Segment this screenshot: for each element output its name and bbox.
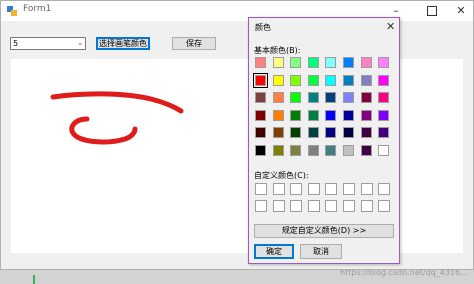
color-swatch[interactable] (360, 92, 372, 103)
custom-color-slot[interactable] (272, 200, 285, 212)
color-swatch[interactable] (360, 127, 372, 138)
color-swatch[interactable] (272, 57, 284, 68)
title-bar: Form1 – ✕ (1, 1, 473, 21)
color-swatch[interactable] (378, 127, 390, 138)
color-swatch[interactable] (360, 109, 372, 121)
color-swatch[interactable] (378, 92, 390, 103)
color-swatch[interactable] (307, 57, 319, 68)
color-swatch[interactable] (325, 127, 337, 138)
color-swatch[interactable] (343, 144, 354, 156)
chevron-down-icon[interactable]: ⌄ (77, 38, 83, 49)
custom-color-slot[interactable] (307, 200, 320, 212)
color-swatch[interactable] (378, 57, 390, 68)
custom-color-slot[interactable] (255, 200, 267, 212)
custom-colors-label: 自定义颜色(C): (254, 171, 309, 180)
color-dialog: 颜色 ✕ 基本颜色(B): 自定义颜色(C): 规定自定义颜色(D) >> 确定… (248, 17, 400, 264)
custom-color-slot[interactable] (378, 183, 391, 195)
color-swatch[interactable] (272, 92, 284, 103)
red-stroke (50, 91, 184, 114)
pen-width-combo[interactable]: 5 ⌄ (10, 37, 86, 50)
color-swatch[interactable] (307, 127, 319, 138)
color-swatch[interactable] (255, 92, 266, 103)
red-stroke (69, 116, 138, 145)
color-swatch[interactable] (253, 72, 268, 88)
color-swatch[interactable] (325, 92, 337, 103)
color-swatch[interactable] (360, 144, 372, 156)
color-swatch[interactable] (378, 144, 390, 156)
color-swatch[interactable] (272, 109, 284, 121)
color-swatch[interactable] (343, 109, 354, 121)
color-swatch[interactable] (325, 109, 337, 121)
ok-button[interactable]: 确定 (254, 244, 294, 259)
color-swatch[interactable] (255, 127, 266, 138)
custom-color-slot[interactable] (343, 200, 355, 212)
color-swatch[interactable] (360, 57, 372, 68)
custom-color-slot[interactable] (255, 183, 267, 195)
color-swatch[interactable] (343, 92, 354, 103)
custom-color-slot[interactable] (360, 183, 373, 195)
cancel-button[interactable]: 取消 (300, 244, 342, 259)
color-swatch[interactable] (290, 57, 302, 68)
app-icon (7, 6, 17, 16)
color-swatch[interactable] (290, 109, 302, 121)
close-button[interactable]: ✕ (446, 3, 474, 19)
custom-color-slot[interactable] (343, 183, 355, 195)
custom-color-slot[interactable] (360, 200, 373, 212)
maximize-button[interactable] (417, 3, 447, 19)
color-swatch[interactable] (343, 127, 354, 138)
color-swatch[interactable] (272, 144, 284, 156)
maximize-icon (427, 6, 437, 16)
color-swatch[interactable] (378, 109, 390, 121)
color-swatch[interactable] (272, 74, 284, 86)
taskbar-indicator (33, 275, 35, 284)
color-swatch[interactable] (325, 144, 337, 156)
custom-color-slot[interactable] (325, 200, 338, 212)
color-swatch[interactable] (307, 74, 319, 86)
dialog-title: 颜色 (255, 23, 271, 32)
choose-color-button[interactable]: 选择画笔颜色 (96, 37, 150, 50)
define-custom-colors-button[interactable]: 规定自定义颜色(D) >> (254, 224, 394, 238)
window-title: Form1 (23, 4, 52, 14)
color-swatch[interactable] (325, 57, 337, 68)
main-window: Form1 – ✕ 5 ⌄ 选择画笔颜色 保存 (0, 0, 474, 270)
custom-color-slot[interactable] (307, 183, 320, 195)
basic-colors-label: 基本颜色(B): (254, 46, 301, 55)
color-swatch[interactable] (325, 74, 337, 86)
color-swatch[interactable] (307, 109, 319, 121)
custom-color-slot[interactable] (290, 200, 303, 212)
color-swatch[interactable] (378, 74, 390, 86)
color-swatch[interactable] (255, 109, 266, 121)
color-swatch[interactable] (255, 57, 266, 68)
custom-color-slot[interactable] (272, 183, 285, 195)
color-swatch[interactable] (307, 144, 319, 156)
color-swatch[interactable] (290, 127, 302, 138)
color-swatch[interactable] (290, 92, 302, 103)
color-swatch[interactable] (343, 57, 354, 68)
color-swatch[interactable] (343, 74, 354, 86)
watermark: https://blog.csdn.net/qq_4316... (340, 268, 468, 277)
color-swatch[interactable] (290, 74, 302, 86)
dialog-close-button[interactable]: ✕ (386, 20, 395, 33)
custom-color-slot[interactable] (325, 183, 338, 195)
color-swatch[interactable] (360, 74, 372, 86)
color-swatch[interactable] (290, 144, 302, 156)
save-button[interactable]: 保存 (172, 37, 216, 50)
color-swatch[interactable] (255, 144, 266, 156)
color-swatch[interactable] (307, 92, 319, 103)
custom-color-slot[interactable] (290, 183, 303, 195)
pen-width-value: 5 (13, 39, 19, 48)
color-swatch[interactable] (272, 127, 284, 138)
custom-color-slot[interactable] (378, 200, 391, 212)
